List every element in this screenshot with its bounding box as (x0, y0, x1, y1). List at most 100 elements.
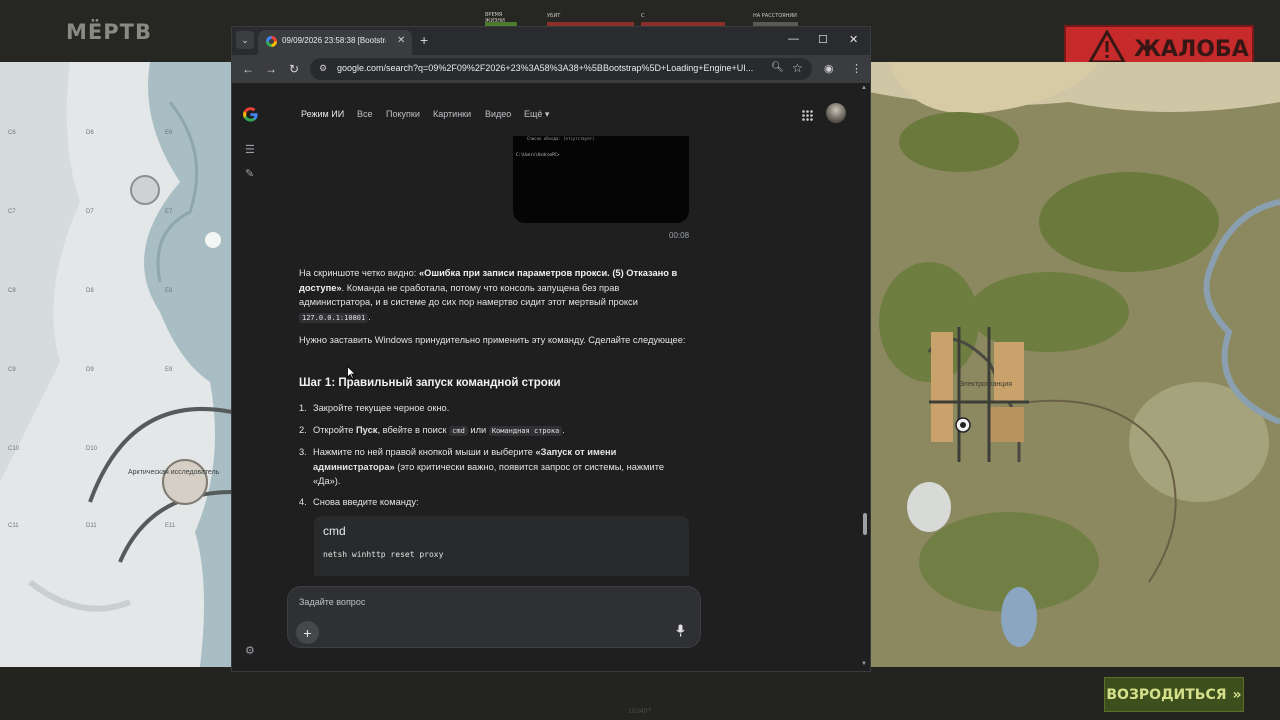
attached-screenshot[interactable]: Список обхода: (отсутствует) C:\Users\As… (513, 136, 689, 223)
forward-button[interactable]: → (265, 62, 277, 76)
mouse-cursor-icon (347, 365, 357, 384)
grid-label: E9 (165, 367, 173, 373)
text-span: Нажмите по ней правой кнопкой мыши и выб… (313, 447, 536, 457)
text-span: . Команда не сработала, потому что консо… (299, 282, 638, 308)
hud-label-with: С (641, 13, 645, 19)
text-span: На скриншоте четко видно: (299, 268, 419, 278)
tab-images[interactable]: Картинки (433, 109, 471, 119)
paragraph-text: Нужно заставить Windows принудительно пр… (299, 335, 686, 345)
hud-label-distance: НА РАССТОЯНИИ (753, 13, 797, 19)
grid-label: D10 (86, 446, 98, 452)
hud-label-killed: УБИТ (547, 13, 561, 19)
proxy-address-code: 127.0.0.1:10801 (299, 312, 369, 323)
message-timestamp: 00:08 (669, 231, 690, 240)
map-left-snow: C6 D6 E6 C7 D7 E7 C8 D8 E8 C9 D9 E9 C10 … (0, 62, 232, 667)
grid-label: C8 (8, 288, 16, 294)
dead-status-label: МЁРТВ (66, 20, 152, 44)
title-bar: ⌄ 09/09/2026 23:58:38 [Bootstrap] Loadin… (232, 27, 870, 55)
answer-paragraph-2: Нужно заставить Windows принудительно пр… (299, 333, 691, 348)
bookmark-star-icon[interactable]: ☆ (792, 61, 803, 75)
game-id-label: 163407 (628, 708, 652, 715)
scrollbar-thumb[interactable] (863, 513, 867, 536)
hamburger-menu-icon[interactable]: ☰ (245, 143, 255, 156)
profile-icon[interactable]: ◉ (824, 62, 834, 75)
search-icon[interactable]: 🔍︎ (771, 62, 784, 73)
map-place-label: Электростанция (959, 381, 1013, 388)
tab-shopping[interactable]: Покупки (386, 109, 420, 119)
text-span: . (562, 425, 565, 435)
apps-grid-icon[interactable] (802, 108, 813, 126)
scroll-down-arrow[interactable]: ▼ (861, 661, 867, 667)
code-command[interactable]: netsh winhttp reset proxy (323, 550, 443, 559)
grid-label: D9 (86, 367, 94, 373)
grid-label: D8 (86, 288, 94, 294)
maximize-button[interactable]: ☐ (818, 33, 828, 46)
grid-label: D11 (86, 523, 97, 529)
browser-tab[interactable]: 09/09/2026 23:58:38 [Bootstrap] Loading … (258, 30, 412, 55)
code-language-label: cmd (323, 524, 346, 538)
tab-search-dropdown[interactable]: ⌄ (236, 31, 254, 49)
tab-all[interactable]: Все (357, 109, 373, 119)
text-span: Откройте (313, 425, 356, 435)
google-favicon-icon (266, 36, 277, 47)
text-span: , вбейте в поиск (377, 425, 450, 435)
settings-gear-icon[interactable]: ⚙ (245, 644, 255, 657)
add-attachment-button[interactable]: + (296, 621, 319, 644)
list-number: 3. (299, 447, 307, 457)
grid-label: C11 (8, 523, 19, 529)
report-label: ЖАЛОБА (1134, 37, 1249, 62)
grid-label: C7 (8, 209, 16, 215)
chevron-down-icon: ⌄ (241, 34, 249, 45)
double-chevron-right-icon: » (1232, 686, 1242, 703)
answer-paragraph-1: На скриншоте четко видно: «Ошибка при за… (299, 266, 691, 325)
list-number: 2. (299, 425, 307, 435)
avatar[interactable] (826, 103, 846, 123)
list-item: 1. Закройте текущее черное окно. (299, 401, 691, 416)
grid-label: C9 (8, 367, 16, 373)
tab-more[interactable]: Ещё ▾ (524, 109, 549, 120)
google-logo-icon[interactable] (242, 106, 259, 128)
list-item: 3. Нажмите по ней правой кнопкой мыши и … (299, 445, 691, 489)
close-window-button[interactable]: ✕ (849, 33, 858, 46)
grid-label: D7 (86, 209, 94, 215)
ask-input[interactable]: Задайте вопрос (299, 597, 365, 607)
list-item-text: Закройте текущее черное окно. (313, 403, 450, 413)
bold-text: Пуск (356, 425, 378, 435)
map-right-terrain: Электростанция (869, 62, 1280, 667)
address-bar[interactable]: ⚙ google.com/search?q=09%2F09%2F2026+23%… (310, 58, 812, 80)
close-tab-icon[interactable]: ✕ (397, 35, 405, 46)
code-block[interactable]: cmd netsh winhttp reset proxy (314, 516, 689, 576)
new-tab-button[interactable]: + (420, 32, 428, 48)
browser-window: ⌄ 09/09/2026 23:58:38 [Bootstrap] Loadin… (232, 27, 870, 671)
respawn-label: ВОЗРОДИТЬСЯ (1106, 686, 1227, 703)
respawn-button[interactable]: ВОЗРОДИТЬСЯ » (1104, 677, 1244, 712)
list-item: 2. Откройте Пуск, вбейте в поиск cmd или… (299, 423, 691, 439)
tab-ai-mode[interactable]: Режим ИИ (301, 109, 344, 119)
microphone-icon[interactable] (676, 624, 685, 642)
scroll-up-arrow[interactable]: ▲ (861, 85, 867, 91)
inline-code: cmd (449, 426, 468, 436)
screenshot-text-line: Список обхода: (отсутствует) (527, 136, 595, 141)
map-place-label: Арктическая исследователь (128, 469, 220, 476)
scrollbar[interactable]: ▲ ▼ (860, 83, 870, 671)
reload-button[interactable]: ↻ (289, 62, 299, 76)
grid-label: E8 (165, 288, 173, 294)
google-page: ☰ ✎ Режим ИИ Все Покупки Картинки Видео … (232, 83, 870, 671)
site-info-icon[interactable]: ⚙ (319, 63, 327, 74)
text-span: . (368, 311, 371, 322)
minimize-button[interactable]: — (788, 33, 799, 45)
tab-title: 09/09/2026 23:58:38 [Bootstrap] Loading … (282, 36, 386, 45)
back-button[interactable]: ← (242, 62, 254, 76)
ask-box[interactable]: Задайте вопрос + (287, 586, 701, 648)
list-item-text: Снова введите команду: (313, 497, 419, 507)
text-span: или (467, 425, 489, 435)
grid-label: C6 (8, 130, 16, 136)
new-chat-edit-icon[interactable]: ✎ (245, 167, 254, 180)
list-number: 4. (299, 497, 307, 507)
grid-label: E7 (165, 209, 173, 215)
grid-label: E11 (165, 523, 176, 529)
grid-label: C10 (8, 446, 20, 452)
tab-videos[interactable]: Видео (485, 109, 511, 119)
url-text: google.com/search?q=09%2F09%2F2026+23%3A… (337, 63, 754, 73)
menu-kebab-icon[interactable]: ⋮ (851, 62, 862, 75)
